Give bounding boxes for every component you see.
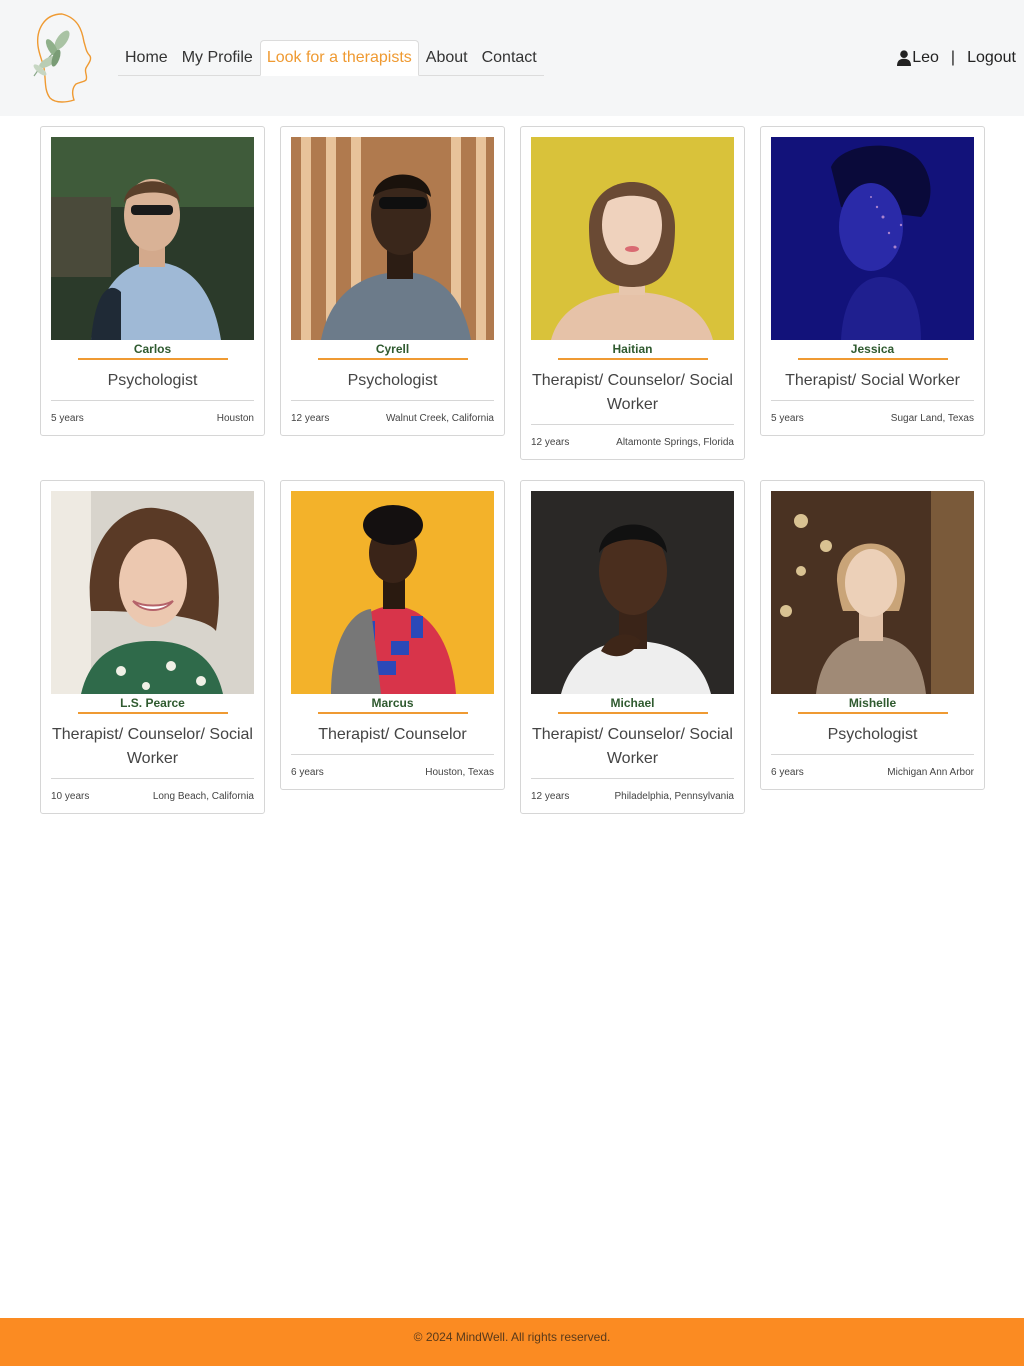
therapist-location: Houston, Texas: [425, 766, 494, 778]
therapist-name: Mishelle: [848, 696, 897, 710]
therapist-role: Psychologist: [51, 360, 254, 401]
therapist-role: Therapist/ Counselor: [291, 714, 494, 755]
therapist-meta: 12 years Altamonte Springs, Florida: [531, 425, 734, 459]
therapist-card[interactable]: Cyrell Psychologist 12 years Walnut Cree…: [280, 126, 505, 436]
therapist-name: Jessica: [850, 342, 895, 356]
therapist-experience: 12 years: [531, 790, 570, 802]
user-bar: Leo | Logout: [897, 40, 1016, 76]
nav-about[interactable]: About: [419, 40, 475, 76]
username[interactable]: Leo: [912, 49, 939, 67]
therapist-photo[interactable]: [531, 137, 734, 340]
therapist-location: Philadelphia, Pennsylvania: [614, 790, 734, 802]
logout-link[interactable]: Logout: [967, 49, 1016, 67]
therapist-experience: 12 years: [291, 412, 330, 424]
therapist-location: Altamonte Springs, Florida: [616, 436, 734, 448]
therapist-location: Houston: [216, 412, 254, 424]
therapist-card[interactable]: Mishelle Psychologist 6 years Michigan A…: [760, 480, 985, 790]
therapist-experience: 6 years: [771, 766, 804, 778]
therapist-photo[interactable]: [531, 491, 734, 694]
user-icon: [897, 50, 912, 66]
therapist-role: Therapist/ Social Worker: [771, 360, 974, 401]
footer: © 2024 MindWell. All rights reserved.: [0, 1318, 1024, 1366]
therapist-name: Carlos: [133, 342, 172, 356]
therapist-role: Therapist/ Counselor/ Social Worker: [531, 360, 734, 425]
therapist-meta: 10 years Long Beach, California: [51, 779, 254, 813]
main-nav: Home My Profile Look for a therapists Ab…: [118, 40, 544, 76]
therapist-role: Therapist/ Counselor/ Social Worker: [531, 714, 734, 779]
therapist-name: Cyrell: [375, 342, 410, 356]
therapist-card[interactable]: Michael Therapist/ Counselor/ Social Wor…: [520, 480, 745, 814]
therapist-card[interactable]: Jessica Therapist/ Social Worker 5 years…: [760, 126, 985, 436]
therapist-card[interactable]: Carlos Psychologist 5 years Houston: [40, 126, 265, 436]
header: Home My Profile Look for a therapists Ab…: [0, 0, 1024, 116]
therapist-meta: 12 years Walnut Creek, California: [291, 401, 494, 435]
therapist-location: Sugar Land, Texas: [890, 412, 974, 424]
therapist-experience: 12 years: [531, 436, 570, 448]
therapist-photo[interactable]: [771, 137, 974, 340]
separator: |: [950, 49, 956, 66]
therapist-experience: 5 years: [51, 412, 84, 424]
nav-look-for-therapists[interactable]: Look for a therapists: [259, 40, 419, 76]
footer-copyright: © 2024 MindWell. All rights reserved.: [413, 1330, 611, 1344]
therapist-meta: 6 years Houston, Texas: [291, 755, 494, 789]
therapist-photo[interactable]: [771, 491, 974, 694]
therapist-meta: 5 years Sugar Land, Texas: [771, 401, 974, 435]
therapist-role: Psychologist: [291, 360, 494, 401]
therapist-photo[interactable]: [51, 137, 254, 340]
therapist-meta: 5 years Houston: [51, 401, 254, 435]
therapist-name: Michael: [610, 696, 655, 710]
therapist-card[interactable]: L.S. Pearce Therapist/ Counselor/ Social…: [40, 480, 265, 814]
therapist-experience: 5 years: [771, 412, 804, 424]
therapist-location: Walnut Creek, California: [385, 412, 494, 424]
therapist-photo[interactable]: [291, 137, 494, 340]
therapist-photo[interactable]: [291, 491, 494, 694]
therapist-meta: 12 years Philadelphia, Pennsylvania: [531, 779, 734, 813]
therapist-card[interactable]: Haitian Therapist/ Counselor/ Social Wor…: [520, 126, 745, 460]
therapist-location: Long Beach, California: [152, 790, 254, 802]
therapist-role: Psychologist: [771, 714, 974, 755]
therapist-name: Marcus: [371, 696, 414, 710]
nav-contact[interactable]: Contact: [475, 40, 544, 76]
therapist-location: Michigan Ann Arbor: [887, 766, 974, 778]
nav-my-profile[interactable]: My Profile: [175, 40, 260, 76]
therapist-photo[interactable]: [51, 491, 254, 694]
nav-home[interactable]: Home: [118, 40, 175, 76]
therapist-name: L.S. Pearce: [120, 696, 185, 710]
therapist-name: Haitian: [612, 342, 653, 356]
logo-icon[interactable]: [22, 10, 98, 106]
therapist-card[interactable]: Marcus Therapist/ Counselor 6 years Hous…: [280, 480, 505, 790]
therapist-experience: 6 years: [291, 766, 324, 778]
therapist-meta: 6 years Michigan Ann Arbor: [771, 755, 974, 789]
therapist-role: Therapist/ Counselor/ Social Worker: [51, 714, 254, 779]
therapist-experience: 10 years: [51, 790, 90, 802]
